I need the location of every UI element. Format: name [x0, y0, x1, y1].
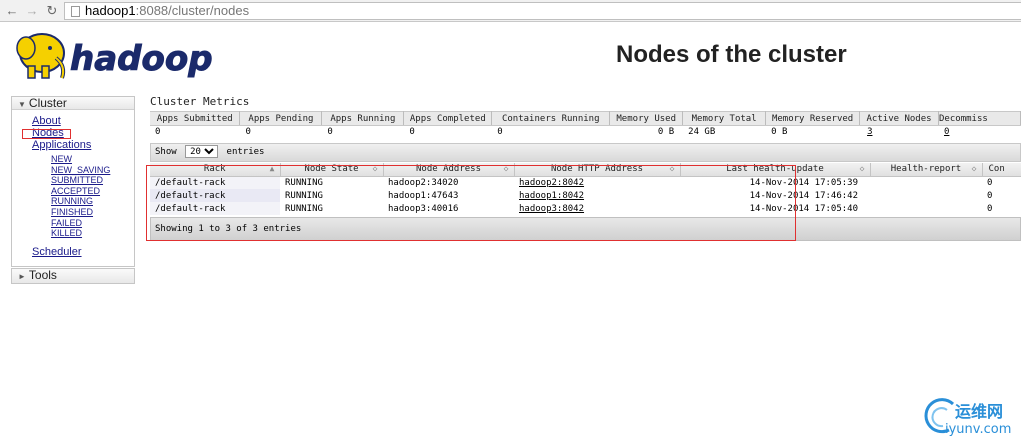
sidebar-app-state-accepted[interactable]: ACCEPTED: [51, 186, 100, 196]
metric-header: Memory Total: [682, 111, 767, 126]
metric-value: 0 B: [765, 125, 861, 138]
page-size-select[interactable]: 20: [185, 145, 219, 158]
column-header-label: Health-report: [890, 164, 962, 175]
metric-value: 0: [321, 125, 405, 138]
sidebar-app-state-finished[interactable]: FINISHED: [51, 207, 93, 217]
decommissioned-nodes-link[interactable]: 0: [944, 127, 949, 137]
annotation-box-nodes-table: [146, 165, 796, 241]
column-header-containers[interactable]: Con: [982, 163, 1021, 177]
cluster-metrics-table: Apps Submitted Apps Pending Apps Running…: [150, 111, 1021, 138]
sidebar-cluster-header[interactable]: ▼ Cluster: [12, 97, 134, 110]
url-host: hadoop1: [85, 3, 136, 18]
sidebar-tools-panel[interactable]: ► Tools: [11, 268, 135, 284]
column-header-health-report[interactable]: Health-report ◇: [870, 163, 983, 177]
hadoop-elephant-logo[interactable]: hadoop: [12, 26, 224, 84]
cell-health-report: [870, 189, 982, 202]
cell-health-report: [870, 176, 982, 189]
sidebar-app-state-running[interactable]: RUNNING: [51, 196, 93, 206]
logo-text: hadoop: [70, 39, 213, 79]
cell-containers: 0: [982, 176, 1021, 189]
column-header-label: Con: [988, 164, 1005, 175]
metric-header: Active Nodes: [859, 111, 940, 126]
expanded-triangle-icon: ▼: [18, 100, 26, 109]
sidebar-app-state-new-saving[interactable]: NEW_SAVING: [51, 165, 110, 175]
metric-header: Decommiss: [938, 111, 1021, 126]
sort-both-icon: ◇: [859, 164, 865, 173]
show-label: Show: [155, 147, 177, 157]
sidebar-tools-label: Tools: [28, 268, 57, 282]
sidebar-item-about[interactable]: About: [32, 115, 61, 127]
cluster-metrics-title: Cluster Metrics: [150, 95, 250, 108]
sidebar-item-applications[interactable]: Applications: [32, 139, 91, 151]
back-arrow-icon[interactable]: ←: [4, 3, 20, 19]
metric-value: 3: [859, 125, 940, 138]
metric-value: 0: [239, 125, 323, 138]
sidebar-tools-header[interactable]: ► Tools: [12, 269, 134, 283]
sidebar-app-state-failed[interactable]: FAILED: [51, 218, 82, 228]
collapsed-triangle-icon: ►: [18, 272, 26, 281]
url-path: :8088/cluster/nodes: [135, 3, 250, 18]
reload-icon[interactable]: ↻: [44, 3, 60, 19]
sidebar-app-state-submitted[interactable]: SUBMITTED: [51, 175, 103, 185]
watermark-cn-text: 运维网: [955, 402, 1004, 421]
metric-header: Apps Running: [321, 111, 405, 126]
metric-header: Memory Reserved: [765, 111, 861, 126]
sidebar-item-scheduler[interactable]: Scheduler: [32, 246, 82, 258]
metric-value: 0: [150, 125, 241, 138]
page-icon: [71, 6, 80, 17]
address-bar[interactable]: hadoop1:8088/cluster/nodes: [64, 2, 1021, 20]
sidebar-app-state-new[interactable]: NEW: [51, 154, 72, 164]
metric-header: Apps Pending: [239, 111, 323, 126]
sidebar-app-state-killed[interactable]: KILLED: [51, 228, 82, 238]
forward-arrow-icon[interactable]: →: [24, 3, 40, 19]
metric-value: 24 GB: [682, 125, 767, 138]
metric-value: 0: [403, 125, 493, 138]
metric-header: Memory Used: [609, 111, 684, 126]
table-length-control: Show 20 entries: [150, 143, 1021, 162]
sort-both-icon: ◇: [971, 164, 977, 173]
metric-header: Containers Running: [491, 111, 611, 126]
cell-health-report: [870, 202, 982, 215]
watermark-logo: 运维网 iyunv.com: [915, 392, 1021, 442]
metric-header: Apps Submitted: [150, 111, 241, 126]
metric-header: Apps Completed: [403, 111, 493, 126]
metric-value: 0 B: [609, 125, 684, 138]
active-nodes-link[interactable]: 3: [867, 127, 872, 137]
page-title: Nodes of the cluster: [616, 41, 847, 68]
sidebar-cluster-label: Cluster: [28, 96, 67, 110]
cell-containers: 0: [982, 202, 1021, 215]
browser-toolbar: ← → ↻ hadoop1:8088/cluster/nodes: [0, 0, 1021, 22]
metric-value: 0: [491, 125, 611, 138]
entries-label: entries: [226, 147, 265, 157]
metric-value: 0: [938, 125, 1021, 138]
annotation-box-nodes: [22, 129, 71, 139]
watermark-en-text: iyunv.com: [945, 422, 1012, 437]
cell-containers: 0: [982, 189, 1021, 202]
